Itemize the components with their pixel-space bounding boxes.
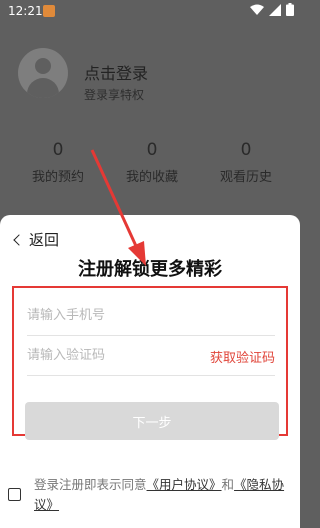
login-subtitle: 登录享特权 [84, 88, 145, 102]
app-notification-icon [43, 5, 55, 17]
stat-value: 0 [52, 140, 64, 160]
stat-label: 我的预约 [31, 170, 84, 185]
agree-checkbox[interactable] [8, 488, 21, 501]
stat-label: 我的收藏 [125, 170, 178, 185]
register-sheet: 返回 注册解锁更多精彩 获取验证码 下一步 登录注册即表示同意《用户协议》和《隐… [0, 215, 300, 528]
phone-input[interactable] [27, 297, 197, 333]
status-time: 12:21 [8, 4, 43, 18]
status-icons [250, 3, 294, 16]
next-button[interactable]: 下一步 [25, 402, 279, 440]
signal-icon [269, 3, 281, 16]
agreement-and: 和 [221, 477, 235, 492]
phone-field [27, 297, 275, 336]
agreement-prefix: 登录注册即表示同意 [34, 477, 147, 492]
stat-reservations: 0 我的预约 [8, 140, 108, 185]
get-code-button[interactable]: 获取验证码 [210, 347, 275, 366]
sheet-title: 注册解锁更多精彩 [78, 259, 222, 280]
stat-history: 0 观看历史 [196, 140, 296, 185]
status-bar: 12:21 [0, 0, 300, 22]
user-agreement-link[interactable]: 《用户协议》 [147, 477, 222, 492]
stat-label: 观看历史 [219, 170, 272, 185]
chevron-left-icon [13, 233, 25, 246]
stat-value: 0 [240, 140, 252, 160]
stat-favorites: 0 我的收藏 [102, 140, 202, 185]
battery-icon [286, 3, 294, 16]
code-input[interactable] [27, 337, 197, 373]
back-label: 返回 [29, 231, 60, 249]
agreement-text: 登录注册即表示同意《用户协议》和《隐私协议》 [34, 475, 294, 515]
avatar [18, 48, 68, 98]
code-field: 获取验证码 [27, 337, 275, 376]
back-button[interactable]: 返回 [12, 229, 59, 250]
wifi-icon [250, 4, 264, 15]
stat-value: 0 [146, 140, 158, 160]
login-title: 点击登录 [84, 64, 149, 83]
